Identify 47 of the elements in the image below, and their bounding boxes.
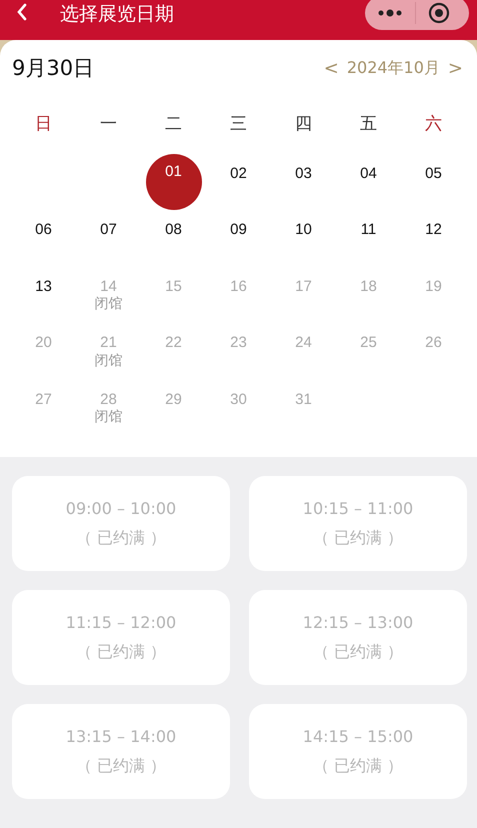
date-cell[interactable]: 26 bbox=[422, 332, 446, 352]
date-cell[interactable]: 24 bbox=[292, 332, 316, 352]
date-cell[interactable]: 31 bbox=[292, 389, 316, 409]
date-cell[interactable]: 11 bbox=[356, 220, 380, 240]
date-cell[interactable]: 07 bbox=[96, 220, 120, 240]
closed-label: 闭馆 bbox=[94, 296, 122, 312]
date-cell[interactable]: 03 bbox=[292, 163, 316, 183]
date-cell[interactable]: 09 bbox=[226, 220, 250, 240]
date-cell[interactable]: 30 bbox=[226, 389, 250, 409]
date-cell[interactable]: 20 bbox=[32, 332, 56, 352]
page-title: 选择展览日期 bbox=[60, 2, 174, 27]
date-cell[interactable]: 04 bbox=[356, 163, 380, 183]
date-cell[interactable]: 15 bbox=[162, 276, 186, 296]
date-cell[interactable]: 28 bbox=[96, 389, 120, 409]
closed-label: 闭馆 bbox=[94, 352, 122, 368]
previous-month-button[interactable]: < bbox=[322, 58, 341, 78]
weekday-label: 六 bbox=[424, 113, 443, 135]
next-month-button[interactable]: > bbox=[446, 58, 465, 78]
date-cell[interactable]: 21 bbox=[96, 332, 120, 352]
date-cell[interactable]: 16 bbox=[226, 276, 250, 296]
weekday-label: 一 bbox=[99, 113, 118, 135]
date-cell[interactable]: 08 bbox=[162, 220, 186, 240]
date-cell[interactable]: 14 bbox=[96, 276, 120, 296]
target-icon[interactable] bbox=[428, 1, 450, 25]
date-cell[interactable]: 12 bbox=[422, 220, 446, 240]
date-cell[interactable]: 02 bbox=[226, 163, 250, 183]
date-cell[interactable]: 17 bbox=[292, 276, 316, 296]
selected-date: 9月30日 bbox=[12, 55, 94, 82]
weekday-label: 日 bbox=[34, 113, 53, 135]
date-cell[interactable]: 29 bbox=[162, 389, 186, 409]
date-cell[interactable]: 01 bbox=[146, 154, 202, 210]
date-cell[interactable]: 10 bbox=[292, 220, 316, 240]
weekday-label: 四 bbox=[294, 113, 313, 135]
date-cell[interactable]: 13 bbox=[32, 276, 56, 296]
weekday-label: 二 bbox=[164, 113, 183, 135]
date-cell[interactable]: 06 bbox=[32, 220, 56, 240]
date-cell[interactable]: 05 bbox=[422, 163, 446, 183]
weekday-label: 三 bbox=[229, 113, 248, 135]
date-cell[interactable]: 19 bbox=[422, 276, 446, 296]
date-cell[interactable]: 18 bbox=[356, 276, 380, 296]
weekday-label: 五 bbox=[359, 113, 378, 135]
date-cell[interactable]: 25 bbox=[356, 332, 380, 352]
date-cell[interactable]: 22 bbox=[162, 332, 186, 352]
month-label: 2024年10月 bbox=[346, 58, 440, 78]
date-cell[interactable]: 27 bbox=[32, 389, 56, 409]
closed-label: 闭馆 bbox=[94, 409, 122, 425]
date-cell[interactable]: 23 bbox=[226, 332, 250, 352]
